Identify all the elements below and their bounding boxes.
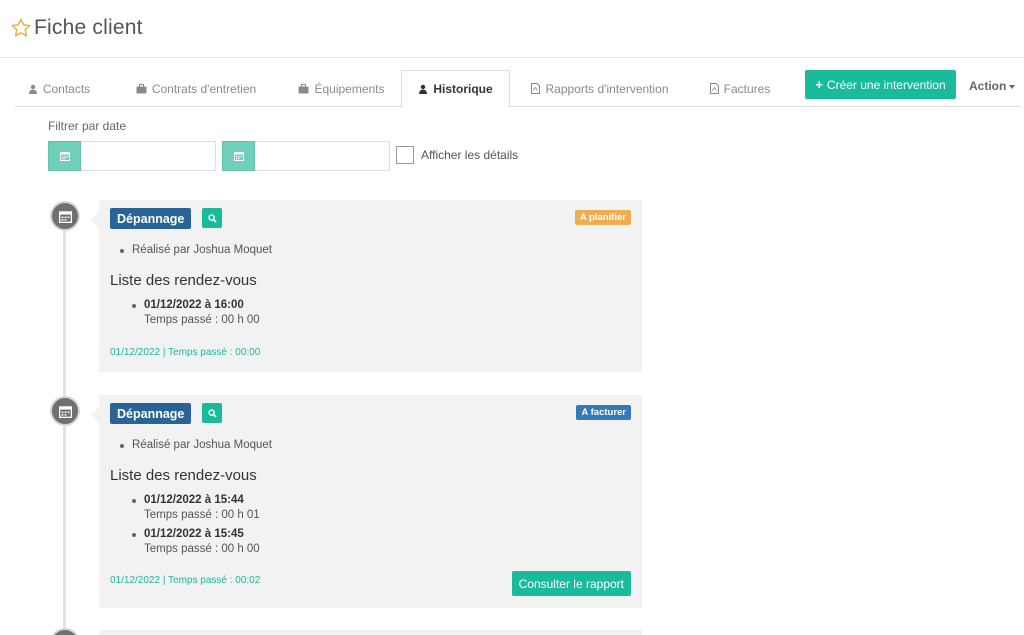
rdv-item: 01/12/2022 à 15:45 Temps passé : 00 h 00 [132,528,260,555]
search-icon [207,213,217,223]
tab-label: Équipements [314,81,385,96]
rdv-datetime: 01/12/2022 à 15:44 [144,494,244,506]
action-dropdown[interactable]: Action [969,79,1016,93]
rdv-datetime: 01/12/2022 à 16:00 [144,299,244,311]
pdf-file-icon [709,83,719,94]
rdv-time-spent: Temps passé : 00 h 01 [144,509,260,521]
create-intervention-label: Créer une intervention [826,77,946,92]
briefcase-icon [298,83,309,93]
user-icon [419,84,428,94]
tab-equipements[interactable]: Équipements [290,70,393,107]
search-icon [207,408,217,418]
intervention-type-badge: Dépannage [110,403,192,424]
date-end-input[interactable] [255,141,390,171]
timeline-card: Dépannage A planifier Réalisé par Joshua… [91,200,642,372]
plus-icon: + [815,77,823,92]
card-arrow [91,407,99,423]
tab-contrats[interactable]: Contrats d'entretien [127,70,265,107]
rdv-time-spent: Temps passé : 00 h 00 [144,543,260,555]
tab-rapports[interactable]: Rapports d'intervention [525,70,675,107]
realise-text: Réalisé par Joshua Moquet [120,439,272,451]
card-footer: 01/12/2022 | Temps passé : 00:02 [110,575,261,586]
pdf-file-icon [531,83,541,94]
tab-contacts[interactable]: Contacts [20,70,98,107]
filter-label: Filtrer par date [48,119,127,133]
rdv-item: 01/12/2022 à 15:44 Temps passé : 00 h 01 [132,494,260,521]
rdv-list-title: Liste des rendez-vous [110,467,257,484]
page-title: Fiche client [34,16,143,39]
show-details-label: Afficher les détails [421,148,519,162]
action-label: Action [969,79,1007,93]
tab-label: Contrats d'entretien [151,81,257,96]
calendar-icon [50,201,80,231]
calendar-icon[interactable] [48,141,81,171]
page-header: Fiche client [0,0,1024,58]
tab-label: Contacts [42,81,91,96]
card-footer: 01/12/2022 | Temps passé : 00:00 [110,347,261,358]
timeline-card [99,630,642,635]
calendar-icon [50,396,80,426]
calendar-icon [50,628,80,635]
show-details-checkbox[interactable] [396,146,414,164]
search-button[interactable] [202,403,222,423]
status-badge: A facturer [576,405,631,420]
briefcase-icon [136,83,147,93]
rdv-datetime: 01/12/2022 à 15:45 [144,528,244,540]
user-icon [28,84,37,94]
caret-down-icon [1009,84,1016,89]
intervention-type-badge: Dépannage [110,208,192,229]
card-arrow [91,212,99,228]
create-intervention-button[interactable]: + Créer une intervention [805,70,956,99]
date-start-group [48,141,216,171]
tab-label: Rapports d'intervention [545,81,669,96]
calendar-icon[interactable] [222,141,255,171]
date-start-input[interactable] [81,141,216,171]
rdv-time-spent: Temps passé : 00 h 00 [144,314,260,326]
date-end-group [222,141,390,171]
tab-label: Historique [433,82,493,96]
rdv-item: 01/12/2022 à 16:00 Temps passé : 00 h 00 [132,299,260,326]
realise-label: Réalisé par Joshua Moquet [132,244,272,256]
realise-text: Réalisé par Joshua Moquet [120,244,272,256]
realise-label: Réalisé par Joshua Moquet [132,439,272,451]
tab-factures[interactable]: Factures [705,70,775,107]
rdv-list-title: Liste des rendez-vous [110,272,257,289]
view-report-button[interactable]: Consulter le rapport [511,571,631,596]
tab-historique[interactable]: Historique [401,70,510,108]
star-outline-icon[interactable] [10,17,32,39]
search-button[interactable] [202,208,222,228]
tab-label: Factures [723,81,771,96]
timeline-card: Dépannage A facturer Réalisé par Joshua … [91,395,642,608]
status-badge: A planifier [574,210,631,225]
